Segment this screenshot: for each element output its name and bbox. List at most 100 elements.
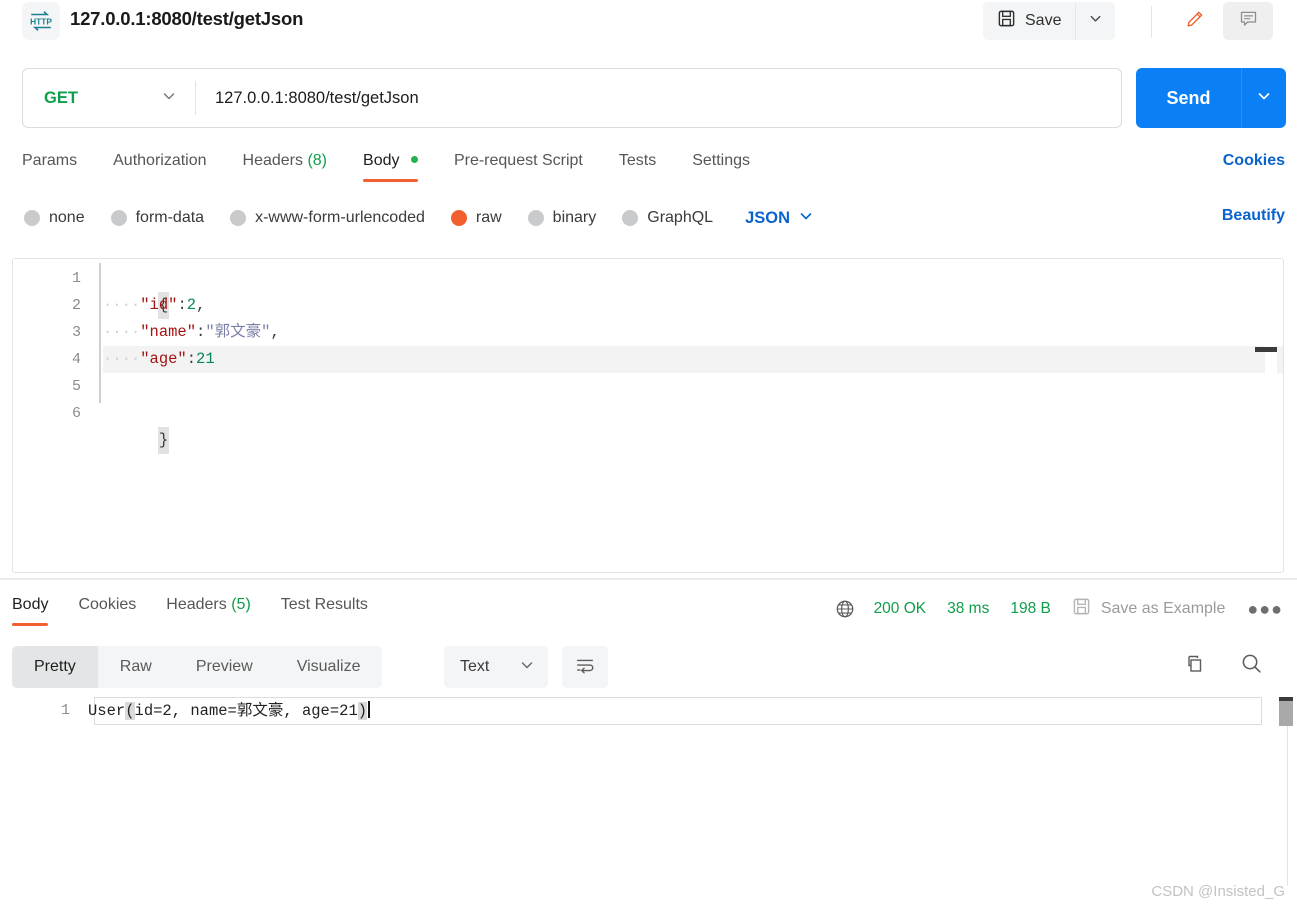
tab-pre-request-script[interactable]: Pre-request Script	[454, 148, 583, 182]
request-body-editor[interactable]: 1 2 3 4 5 6 { ····"id":2, ····"name":"郭文…	[12, 258, 1284, 573]
comment-button[interactable]	[1223, 2, 1273, 40]
chevron-down-icon	[1256, 88, 1272, 109]
tab-headers[interactable]: Headers (8)	[243, 148, 328, 182]
response-tab-body[interactable]: Body	[12, 592, 49, 626]
tab-label: Headers	[166, 596, 227, 613]
editor-code-area: { ····"id":2, ····"name":"郭文豪", ····"age…	[103, 259, 1283, 572]
body-type-binary[interactable]: binary	[527, 209, 597, 227]
word-wrap-button[interactable]	[562, 646, 608, 688]
radio-icon	[230, 210, 247, 226]
response-scrollbar-top-marker	[1279, 697, 1293, 701]
line-number: 1	[71, 270, 81, 287]
code-fold-rail	[99, 263, 101, 403]
response-scrollbar-rail	[1287, 726, 1288, 886]
json-colon: :	[196, 323, 206, 341]
save-group: Save	[983, 2, 1116, 40]
send-button[interactable]: Send	[1136, 68, 1241, 128]
body-type-label: form-data	[135, 209, 205, 226]
ellipsis-icon[interactable]: ●●●	[1247, 599, 1287, 620]
tab-settings[interactable]: Settings	[692, 148, 750, 182]
save-options-button[interactable]	[1075, 2, 1115, 40]
response-tabs: Body Cookies Headers (5) Test Results	[12, 592, 398, 626]
response-tab-test-results[interactable]: Test Results	[281, 592, 368, 626]
json-string: "郭文豪"	[205, 323, 271, 341]
body-format-selector[interactable]: JSON	[745, 208, 814, 229]
body-type-graphql[interactable]: GraphQL	[622, 209, 713, 227]
view-preview[interactable]: Preview	[174, 646, 275, 688]
body-type-raw[interactable]: raw	[450, 209, 502, 227]
copy-icon	[1181, 652, 1205, 681]
beautify-button[interactable]: Beautify	[1222, 207, 1285, 225]
url-input[interactable]	[196, 69, 1121, 127]
floppy-disk-icon	[997, 9, 1016, 33]
json-number: 2	[186, 296, 197, 314]
save-as-example-label: Save as Example	[1100, 600, 1226, 617]
floppy-disk-icon	[1072, 597, 1091, 621]
response-time: 38 ms	[947, 600, 990, 617]
view-visualize[interactable]: Visualize	[275, 646, 383, 688]
tab-body[interactable]: Body	[363, 148, 418, 182]
response-format-label: Text	[460, 658, 490, 675]
response-content: id=2, name=郭文豪, age=21	[134, 702, 358, 720]
line-number: 1	[60, 702, 70, 719]
bracket-highlight-close: )	[357, 702, 368, 720]
status-code: 200 OK	[873, 600, 927, 617]
chevron-down-icon	[798, 208, 814, 229]
tab-params[interactable]: Params	[22, 148, 77, 182]
word-wrap-icon	[574, 654, 596, 681]
body-type-form-data[interactable]: form-data	[110, 209, 205, 227]
tab-authorization[interactable]: Authorization	[113, 148, 206, 182]
toolbar-divider	[1151, 6, 1152, 38]
save-button[interactable]: Save	[983, 2, 1075, 40]
body-type-none[interactable]: none	[24, 209, 85, 227]
json-brace-close: }	[157, 427, 170, 454]
tab-count: (5)	[231, 596, 251, 613]
json-colon: :	[186, 350, 197, 368]
json-comma: ,	[270, 323, 280, 341]
search-button[interactable]	[1234, 649, 1268, 683]
response-scrollbar[interactable]	[1279, 697, 1293, 726]
view-raw[interactable]: Raw	[98, 646, 174, 688]
method-selector[interactable]: GET	[23, 69, 195, 127]
json-key: "id"	[140, 296, 178, 314]
body-type-label: x-www-form-urlencoded	[255, 209, 425, 226]
page-title: 127.0.0.1:8080/test/getJson	[70, 8, 304, 29]
tab-label: Body	[363, 152, 400, 169]
code-line-active: ····"age":21	[103, 346, 1283, 373]
body-type-label: GraphQL	[647, 209, 714, 226]
save-label: Save	[1025, 12, 1062, 29]
top-bar: HTTP 127.0.0.1:8080/test/getJson Save	[0, 0, 1297, 54]
json-key: "age"	[140, 350, 187, 368]
request-tabs: Params Authorization Headers (8) Body Pr…	[22, 148, 786, 188]
radio-icon	[527, 210, 544, 226]
save-as-example-button[interactable]: Save as Example	[1072, 597, 1226, 621]
text-caret	[368, 701, 371, 718]
request-editor-scrollbar[interactable]	[1255, 261, 1277, 572]
search-icon	[1239, 651, 1264, 681]
line-number: 2	[71, 297, 81, 314]
http-protocol-icon: HTTP	[22, 2, 60, 40]
pane-divider[interactable]	[0, 578, 1297, 580]
response-format-selector[interactable]: Text	[444, 646, 548, 688]
body-type-x-www-form-urlencoded[interactable]: x-www-form-urlencoded	[230, 209, 425, 227]
tab-label: Test Results	[280, 596, 368, 613]
comment-icon	[1238, 8, 1259, 34]
chevron-down-icon	[1088, 11, 1103, 31]
send-options-button[interactable]	[1241, 68, 1286, 128]
body-type-label: none	[49, 209, 85, 226]
code-line: }	[103, 400, 1283, 454]
body-type-label: binary	[552, 209, 597, 226]
cookies-link[interactable]: Cookies	[1223, 152, 1285, 170]
response-tab-headers[interactable]: Headers (5)	[166, 592, 251, 626]
url-bar: GET	[22, 68, 1122, 128]
copy-button[interactable]	[1176, 649, 1210, 683]
tab-label: Headers	[242, 152, 303, 169]
response-tab-cookies[interactable]: Cookies	[78, 592, 136, 626]
line-number: 6	[71, 405, 81, 422]
edit-button[interactable]	[1171, 2, 1219, 40]
tab-tests[interactable]: Tests	[619, 148, 656, 182]
body-type-label: raw	[475, 209, 502, 226]
view-pretty[interactable]: Pretty	[12, 646, 98, 688]
body-type-options: none form-data x-www-form-urlencoded raw…	[24, 203, 814, 233]
